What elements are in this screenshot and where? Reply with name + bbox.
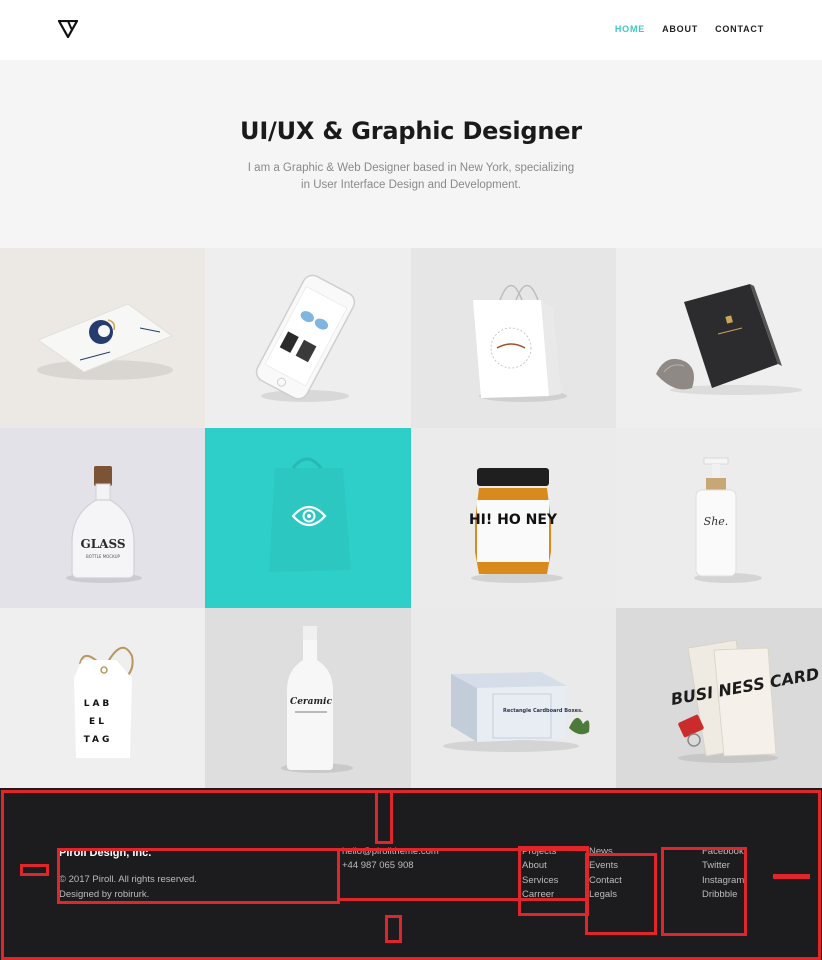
honey-jar-image: HI! HO NEY — [469, 468, 563, 583]
hero-subtitle-line2: in User Interface Design and Development… — [301, 179, 521, 191]
ceramic-bottle-image: Ceramic — [281, 626, 353, 773]
portfolio-item-label-tag[interactable]: LAB EL TAG — [0, 608, 205, 788]
logo-icon[interactable] — [58, 20, 78, 38]
footer-link-contact[interactable]: Contact — [589, 875, 622, 886]
annotation-box-left — [20, 864, 49, 876]
footer-link-services[interactable]: Services — [522, 875, 558, 886]
phone-image — [255, 274, 356, 402]
portfolio-item-pump-bottle[interactable]: She. — [616, 428, 822, 608]
footer-link-instagram[interactable]: Instagram — [702, 875, 744, 886]
label-tag-line2: EL — [89, 717, 107, 727]
footer-email-link[interactable]: hello@pirolltheme.com — [342, 847, 439, 857]
glass-bottle-label: GLASS — [80, 537, 125, 551]
main-nav: HOME ABOUT CONTACT — [615, 24, 764, 34]
nav-contact[interactable]: CONTACT — [715, 24, 764, 34]
footer-link-dribbble[interactable]: Dribbble — [702, 890, 744, 900]
footer-links-col1: Projects About Services Carreer — [522, 847, 558, 900]
glass-bottle-sublabel: BOTTLE MOCKUP — [86, 554, 121, 559]
footer-link-about[interactable]: About — [522, 861, 558, 871]
footer-link-twitter[interactable]: Twitter — [702, 861, 744, 871]
footer-contact: hello@pirolltheme.com +44 987 065 908 — [342, 847, 439, 871]
nav-home[interactable]: HOME — [615, 24, 645, 34]
portfolio-item-business-card[interactable] — [0, 248, 205, 428]
pump-bottle-image: She. — [694, 457, 762, 583]
label-tag-line1: LAB — [84, 699, 113, 709]
pump-bottle-label: She. — [704, 515, 729, 528]
nav-about[interactable]: ABOUT — [662, 24, 698, 34]
glass-bottle-image: GLASS BOTTLE MOCKUP — [66, 466, 142, 583]
footer-link-projects[interactable]: Projects — [522, 847, 558, 857]
label-tag-image: LAB EL TAG — [74, 646, 134, 758]
cardboard-box-label: Rectangle Cardboard Boxes. — [503, 708, 583, 714]
featured-bag-image — [269, 457, 351, 572]
cardboard-box-image: Rectangle Cardboard Boxes. — [443, 672, 590, 752]
footer-link-facebook[interactable]: Facebook — [702, 847, 744, 857]
footer-copyright: © 2017 Piroll. All rights reserved. — [59, 874, 197, 885]
footer-company: Piroll Design, Inc. — [59, 847, 152, 859]
hero-subtitle: I am a Graphic & Web Designer based in N… — [0, 160, 822, 194]
business-card-clip-image: BUSI NESS CARD — [669, 639, 821, 763]
portfolio-item-business-card-clip[interactable]: BUSI NESS CARD — [616, 608, 822, 788]
portfolio-item-glass-bottle[interactable]: GLASS BOTTLE MOCKUP — [0, 428, 205, 608]
footer-designer: Designed by robirurk. — [59, 889, 150, 900]
footer-link-legals[interactable]: Legals — [589, 890, 622, 900]
honey-jar-label: HI! HO NEY — [469, 512, 558, 528]
annotation-box-bottom — [385, 915, 402, 943]
hero-subtitle-line1: I am a Graphic & Web Designer based in N… — [247, 162, 575, 174]
portfolio-item-honey-jar[interactable]: HI! HO NEY — [411, 428, 616, 608]
portfolio-item-book[interactable] — [616, 248, 822, 428]
footer-link-events[interactable]: Events — [589, 861, 622, 871]
portfolio-item-ceramic-bottle[interactable]: Ceramic — [205, 608, 411, 788]
book-image — [656, 284, 802, 395]
label-tag-line3: TAG — [84, 735, 113, 745]
shopping-bag-image — [473, 284, 567, 402]
ceramic-bottle-label: Ceramic — [290, 697, 332, 707]
site-footer: Piroll Design, Inc. © 2017 Piroll. All r… — [0, 788, 822, 960]
portfolio-item-cardboard-box[interactable]: Rectangle Cardboard Boxes. — [411, 608, 616, 788]
annotation-bar-right — [773, 874, 810, 879]
annotation-box-top — [375, 790, 393, 844]
footer-link-carreer[interactable]: Carreer — [522, 890, 558, 900]
footer-link-news[interactable]: News — [589, 847, 622, 857]
footer-social: Facebook Twitter Instagram Dribbble — [702, 847, 744, 900]
site-header: HOME ABOUT CONTACT — [0, 0, 822, 60]
portfolio-grid: GLASS BOTTLE MOCKUP HI! HO NEY She. LAB … — [0, 248, 822, 788]
hero-title: UI/UX & Graphic Designer — [240, 117, 582, 145]
portfolio-item-phone[interactable] — [205, 248, 411, 428]
footer-links-col2: News Events Contact Legals — [589, 847, 622, 900]
hero-section: UI/UX & Graphic Designer I am a Graphic … — [0, 60, 822, 248]
footer-phone: +44 987 065 908 — [342, 860, 414, 872]
portfolio-item-shopping-bag[interactable] — [411, 248, 616, 428]
business-card-image — [36, 303, 174, 380]
portfolio-item-featured[interactable] — [205, 428, 411, 608]
